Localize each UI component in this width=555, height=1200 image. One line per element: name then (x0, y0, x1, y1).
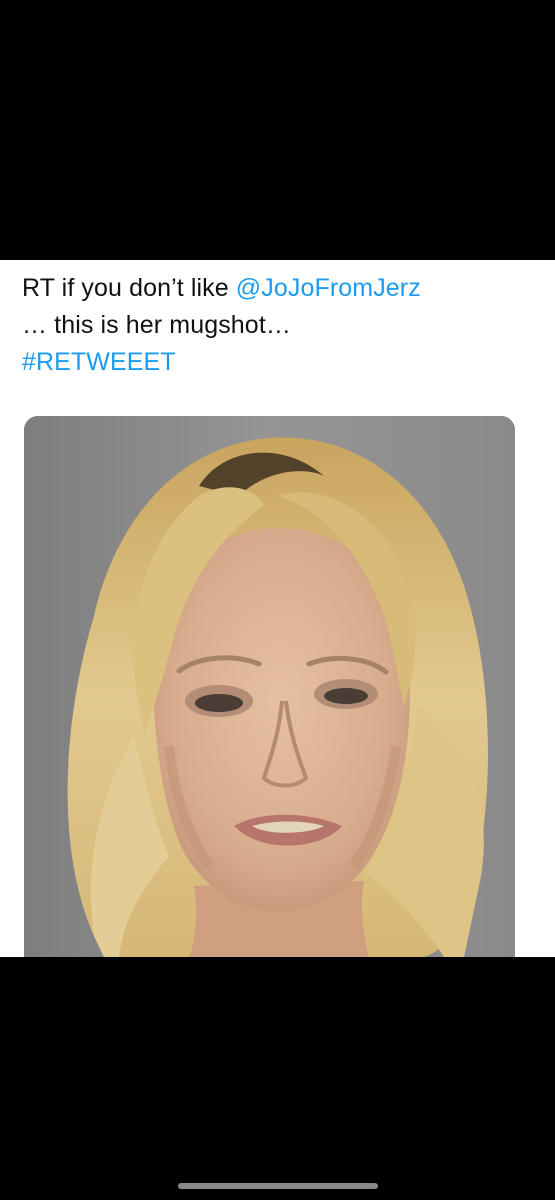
hashtag-link[interactable]: #RETWEEET (22, 344, 537, 381)
tweet-line-2: … this is her mugshot… (22, 311, 291, 339)
mention-link[interactable]: @JoJoFromJerz (236, 274, 421, 302)
home-indicator[interactable] (178, 1183, 378, 1189)
tweet-card: RT if you don’t like @JoJoFromJerz … thi… (0, 260, 555, 957)
tweet-line-1-text: RT if you don’t like (22, 274, 236, 302)
tweet-line-1: RT if you don’t like @JoJoFromJerz (22, 270, 537, 307)
mugshot-photo (24, 416, 515, 957)
eye-left (195, 694, 243, 712)
tweet-photo[interactable] (24, 416, 515, 957)
eye-right (324, 688, 368, 704)
tweet-text: RT if you don’t like @JoJoFromJerz … thi… (22, 270, 537, 381)
